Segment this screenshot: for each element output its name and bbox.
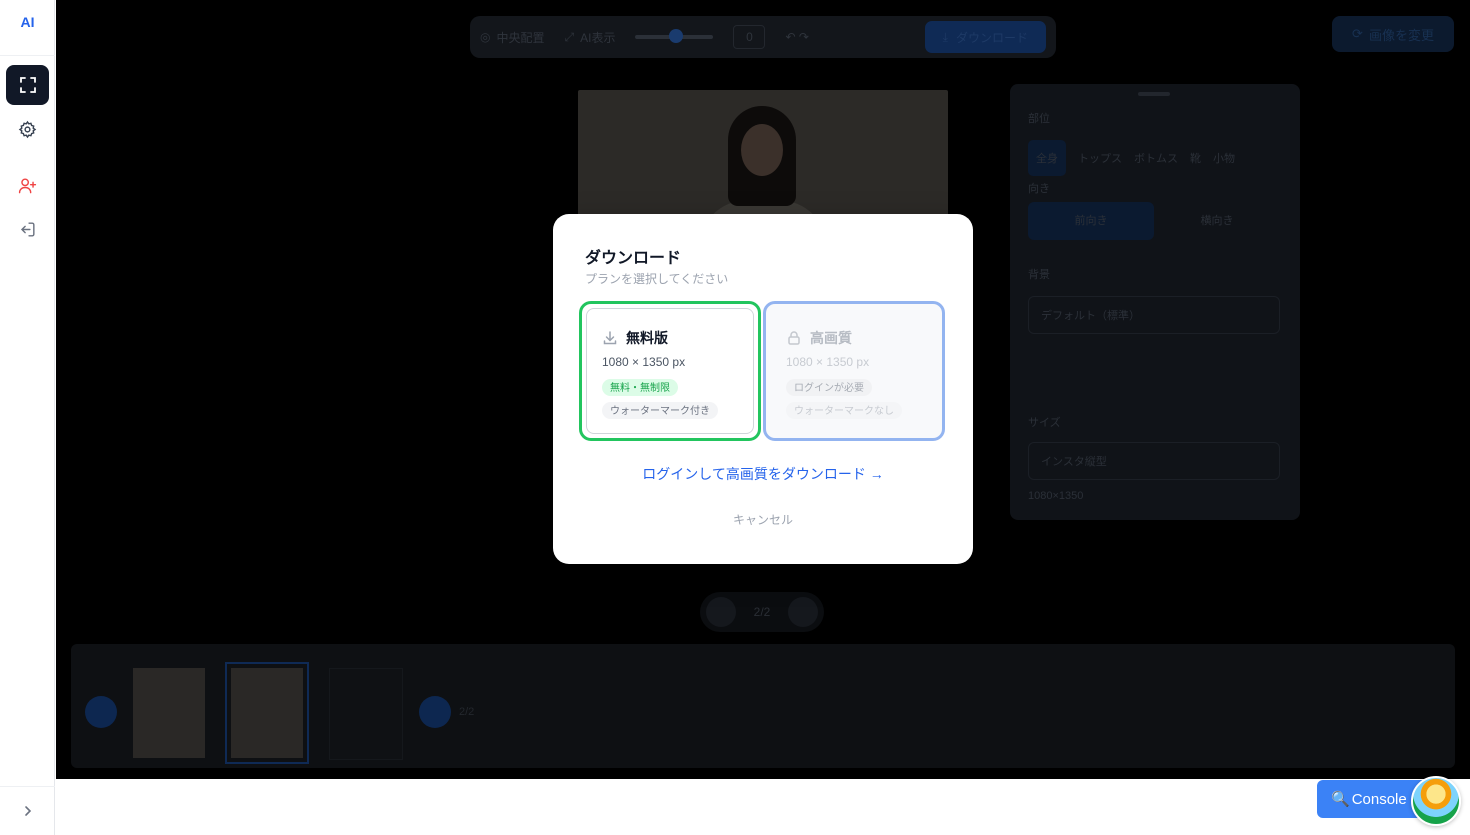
lock-icon [788, 331, 800, 345]
logout-icon [20, 221, 35, 237]
cancel-button[interactable]: キャンセル [553, 511, 973, 528]
prev-image-button[interactable] [706, 597, 736, 627]
plan-tag-watermark: ウォーターマーク付き [602, 402, 718, 419]
image-pager: 2/2 [700, 592, 824, 632]
tab-category[interactable]: トップス [1078, 140, 1122, 176]
undo-redo[interactable]: ↶ ↷ [785, 30, 808, 44]
expand-icon: ⤢ [564, 29, 575, 44]
tab-category[interactable]: ボトムス [1134, 140, 1178, 176]
next-image-button[interactable] [788, 597, 818, 627]
zoom-slider[interactable] [635, 29, 714, 43]
toolbar-download-label: ダウンロード [955, 30, 1028, 45]
category-label: 部位 [1028, 113, 1050, 125]
ai-toggle-button[interactable]: ⤢ AI表示 [565, 29, 616, 46]
change-image-button[interactable]: ⟳ 画像を変更 [1332, 16, 1454, 52]
filmstrip-next-button[interactable] [419, 696, 451, 728]
size-select[interactable]: インスタ縦型 [1028, 442, 1280, 480]
plan-tag-login: ログインが必要 [786, 379, 872, 396]
zoom-input[interactable]: 0 [733, 25, 766, 49]
change-image-label: 画像を変更 [1368, 27, 1434, 43]
plan-card-free[interactable]: 無料版 1080 × 1350 px 無料・無制限 ウォーターマーク付き [579, 301, 761, 441]
category-tabs: 全身 トップス ボトムス 靴 小物 [1028, 140, 1235, 176]
editor-toolbar: ◎ 中央配置 ⤢ AI表示 0 ↶ ↷ ⤓ ダウンロード [470, 16, 1056, 58]
background-label: 背景 [1028, 269, 1050, 281]
layout-options: 前向き 横向き [1028, 202, 1280, 240]
undo-icon: ↶ ↷ [785, 30, 809, 44]
tab-category[interactable]: 全身 [1028, 140, 1066, 176]
center-label: 中央配置 [496, 30, 545, 45]
plan-name: 無料版 [626, 330, 668, 346]
plan-header: 無料版 [602, 328, 668, 348]
settings-panel: 部位 全身 トップス ボトムス 靴 小物 向き 前向き 横向き 背景 デフォルト… [1010, 84, 1300, 520]
avatar[interactable] [1411, 776, 1461, 826]
target-icon: ◎ [480, 30, 491, 44]
slider-knob[interactable] [669, 29, 684, 43]
logout-button[interactable] [6, 209, 49, 249]
settings-button[interactable] [6, 109, 49, 149]
tab-category[interactable]: 靴 [1190, 140, 1201, 176]
expand-sidebar-button[interactable] [17, 800, 39, 822]
modal-title: ダウンロード [585, 250, 682, 267]
refresh-icon: ⟳ [1352, 26, 1363, 41]
download-icon [603, 331, 617, 345]
ai-label: AI表示 [580, 30, 616, 45]
search-icon: 🔍 [1331, 791, 1350, 808]
divider [0, 786, 55, 787]
drag-handle[interactable] [1138, 92, 1170, 96]
filmstrip-prev-button[interactable] [85, 696, 117, 728]
console-label: Console [1351, 790, 1407, 808]
plan-card-hq[interactable]: 高画質 1080 × 1350 px ログインが必要 ウォーターマークなし [763, 301, 945, 441]
plan-name: 高画質 [810, 330, 852, 346]
fullscreen-icon [19, 77, 36, 93]
plan-size: 1080 × 1350 px [786, 355, 870, 369]
toolbar-download-button[interactable]: ⤓ ダウンロード [924, 21, 1046, 53]
thumbnail[interactable] [133, 668, 205, 758]
gear-icon [18, 120, 37, 138]
add-user-button[interactable] [6, 165, 49, 205]
plan-size: 1080 × 1350 px [602, 355, 686, 369]
filmstrip: 2/2 [71, 644, 1455, 768]
plan-tag-no-watermark: ウォーターマークなし [786, 402, 902, 419]
divider [0, 55, 55, 56]
plan-header: 高画質 [786, 328, 852, 348]
layout-option[interactable]: 前向き [1028, 202, 1154, 240]
download-modal: ダウンロード プランを選択してください 無料版 1080 × 1350 px 無… [553, 214, 973, 564]
modal-subtitle: プランを選択してください [585, 272, 729, 286]
fullscreen-button[interactable] [6, 65, 49, 105]
download-icon: ⤓ [942, 29, 948, 44]
filmstrip-count: 2/2 [459, 706, 475, 718]
tab-category[interactable]: 小物 [1213, 140, 1235, 176]
add-thumbnail-button[interactable] [329, 668, 403, 760]
background-select[interactable]: デフォルト（標準） [1028, 296, 1280, 334]
photo-face [741, 124, 783, 176]
thumbnail-selected[interactable] [225, 662, 309, 764]
app-logo: AI [20, 14, 35, 30]
layout-option[interactable]: 横向き [1154, 202, 1280, 240]
plan-tag-free: 無料・無制限 [602, 379, 678, 396]
size-label: サイズ [1028, 417, 1061, 429]
pager-text: 2/2 [753, 605, 771, 619]
chevron-right-icon [25, 806, 32, 816]
login-download-link[interactable]: ログインして高画質をダウンロード → [553, 464, 973, 484]
user-plus-icon [18, 177, 37, 193]
center-button[interactable]: ◎ 中央配置 [480, 29, 545, 46]
layout-label: 向き [1028, 183, 1050, 195]
size-dims: 1080×1350 [1028, 490, 1084, 502]
sidebar: AI [0, 0, 55, 835]
